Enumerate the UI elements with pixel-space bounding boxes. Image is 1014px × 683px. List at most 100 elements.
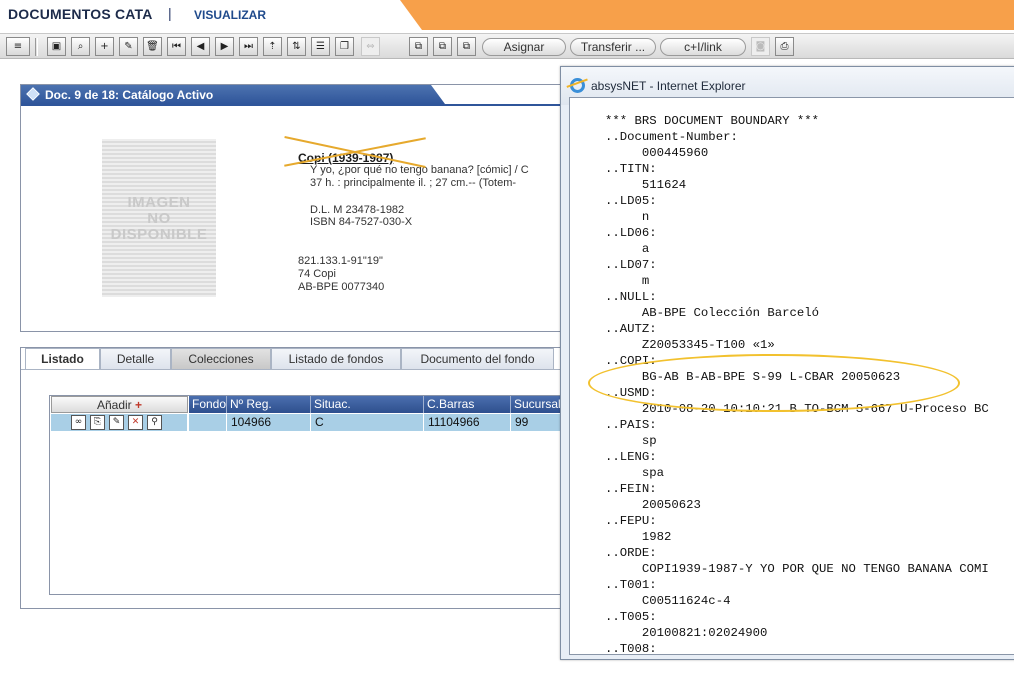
record-line-4: ..TITN: <box>605 162 657 176</box>
record-line-9: a <box>605 242 650 256</box>
ie-popup-window: absysNET - Internet Explorer *** BRS DOC… <box>560 66 1014 660</box>
edit-row-icon[interactable]: ✎ <box>109 415 124 430</box>
record-line-5: 511624 <box>605 178 687 192</box>
record-register: AB-BPE 0077340 <box>298 281 385 293</box>
link-row-icon[interactable]: ⚲ <box>147 415 162 430</box>
popup-title: absysNET - Internet Explorer <box>591 79 746 93</box>
record-line-2: ..Document-Number: <box>605 130 738 144</box>
toolbar-grip <box>35 38 38 56</box>
column-header-cbarras[interactable]: C.Barras <box>424 396 511 413</box>
record-line-12: ..NULL: <box>605 290 657 304</box>
column-header-situac[interactable]: Situac. <box>311 396 424 413</box>
record-line-22: ..LENG: <box>605 450 657 464</box>
record-line-3: 000445960 <box>605 146 709 160</box>
record-line-21: sp <box>605 434 657 448</box>
plus-icon: + <box>135 398 143 412</box>
record-isbn: ISBN 84-7527-030-X <box>310 216 413 228</box>
header-separator: | <box>168 5 172 21</box>
cell-fondo[interactable] <box>189 414 227 431</box>
view-row-icon[interactable]: ∞ <box>71 415 86 430</box>
first-record-icon[interactable]: ⏮ <box>167 37 186 56</box>
window-icon[interactable]: ⧉ <box>409 37 428 56</box>
record-line-15: Z20053345-T100 «1» <box>605 338 775 352</box>
record-dl: D.L. M 23478-1982 <box>310 204 405 216</box>
column-header-nreg[interactable]: Nº Reg. <box>227 396 311 413</box>
record-line-25: 20050623 <box>605 498 701 512</box>
header-accent <box>400 0 1014 30</box>
document-panel: Doc. 9 de 18: Catálogo Activo IMAGEN NO … <box>20 84 580 332</box>
cell-situac[interactable]: C <box>311 414 424 431</box>
no-image-line-1: IMAGEN <box>127 194 191 211</box>
camera-icon: ◙ <box>751 37 770 56</box>
record-line-32: ..T005: <box>605 610 657 624</box>
add-icon[interactable]: + <box>95 37 114 56</box>
record-line-8: ..LD06: <box>605 226 657 240</box>
record-line-31: C00511624c-4 <box>605 594 731 608</box>
record-line-23: spa <box>605 466 665 480</box>
export-icon[interactable]: ⎙ <box>775 37 794 56</box>
cell-nreg[interactable]: 104966 <box>227 414 311 431</box>
add-button[interactable]: Añadir + <box>51 396 188 413</box>
record-line-10: ..LD07: <box>605 258 657 272</box>
record-extent: 37 h. : principalmente il. ; 27 cm.-- (T… <box>310 177 517 189</box>
tab-documento-fondo[interactable]: Documento del fondo <box>401 348 554 369</box>
prev-record-icon[interactable]: ◀ <box>191 37 210 56</box>
last-record-icon[interactable]: ⏭ <box>239 37 258 56</box>
record-line-27: 1982 <box>605 530 672 544</box>
document-row-icon[interactable]: ⎘ <box>90 415 105 430</box>
sort-az-icon[interactable]: ⇅ <box>287 37 306 56</box>
record-line-20: ..PAIS: <box>605 418 657 432</box>
document-title: Doc. 9 de 18: Catálogo Activo <box>45 88 214 102</box>
titlebar-underline <box>21 104 579 106</box>
cell-cbarras[interactable]: 11104966 <box>424 414 511 431</box>
record-line-7: n <box>605 210 650 224</box>
holdings-panel: Listado Detalle Colecciones Listado de f… <box>20 347 581 609</box>
link-button[interactable]: c+I/link <box>660 38 746 56</box>
link-disabled-icon: ⇔ <box>361 37 380 56</box>
record-cdu: 821.133.1-91"19" <box>298 255 383 267</box>
record-line-29: COPI1939-1987-Y YO POR QUE NO TENGO BANA… <box>605 562 989 576</box>
list-icon[interactable]: ☰ <box>311 37 330 56</box>
delete-icon[interactable]: 🗑 <box>143 37 162 56</box>
row-actions: ∞ ⎘ ✎ ✕ ⚲ <box>51 414 188 431</box>
column-header-fondo[interactable]: Fondo <box>189 396 227 413</box>
app-window: DOCUMENTOS CATA | VISUALIZAR ≡ ▣ ⌕ + ✎ 🗑… <box>0 0 1014 683</box>
document-icon <box>26 87 40 101</box>
record-line-26: ..FEPU: <box>605 514 657 528</box>
window3-icon[interactable]: ⧉ <box>457 37 476 56</box>
record-line-6: ..LD05: <box>605 194 657 208</box>
page-title: DOCUMENTOS CATA <box>8 6 153 22</box>
holdings-grid: Añadir + Fondo Nº Reg. Situac. C.Barras … <box>49 395 581 595</box>
document-titlebar: Doc. 9 de 18: Catálogo Activo <box>21 85 445 104</box>
visualizar-link[interactable]: VISUALIZAR <box>194 8 266 22</box>
no-image-line-2: NO <box>147 210 171 227</box>
edit-icon[interactable]: ✎ <box>119 37 138 56</box>
record-line-14: ..AUTZ: <box>605 322 657 336</box>
delete-row-icon[interactable]: ✕ <box>128 415 143 430</box>
list-dropdown-icon[interactable]: ≡ <box>6 37 30 56</box>
tab-detalle[interactable]: Detalle <box>100 348 171 369</box>
copi-highlight-ellipse <box>588 354 960 412</box>
view-icon[interactable]: ▣ <box>47 37 66 56</box>
internet-explorer-icon <box>570 78 585 93</box>
record-signature: 74 Copi <box>298 268 336 280</box>
tab-listado-fondos[interactable]: Listado de fondos <box>271 348 401 369</box>
sort-icon[interactable]: ⇡ <box>263 37 282 56</box>
window2-icon[interactable]: ⧉ <box>433 37 452 56</box>
asignar-button[interactable]: Asignar <box>482 38 566 56</box>
copy-icon[interactable]: ❐ <box>335 37 354 56</box>
record-line-34: ..T008: <box>605 642 657 655</box>
add-button-label: Añadir <box>96 398 132 412</box>
toolbar: ≡ ▣ ⌕ + ✎ 🗑 ⏮ ◀ ▶ ⏭ ⇡ ⇅ ☰ ❐ ⇔ ⧉ ⧉ ⧉ Asig… <box>0 33 1014 59</box>
transferir-button[interactable]: Transferir ... <box>570 38 656 56</box>
record-line-30: ..T001: <box>605 578 657 592</box>
record-line-24: ..FEIN: <box>605 482 657 496</box>
record-line-33: 20100821:02024900 <box>605 626 768 640</box>
no-image-placeholder: IMAGEN NO DISPONIBLE <box>102 139 216 297</box>
record-line-28: ..ORDE: <box>605 546 657 560</box>
search-icon[interactable]: ⌕ <box>71 37 90 56</box>
next-record-icon[interactable]: ▶ <box>215 37 234 56</box>
tab-listado[interactable]: Listado <box>25 348 100 370</box>
record-line-13: AB-BPE Colección Barceló <box>605 306 820 320</box>
tab-colecciones[interactable]: Colecciones <box>171 348 271 369</box>
